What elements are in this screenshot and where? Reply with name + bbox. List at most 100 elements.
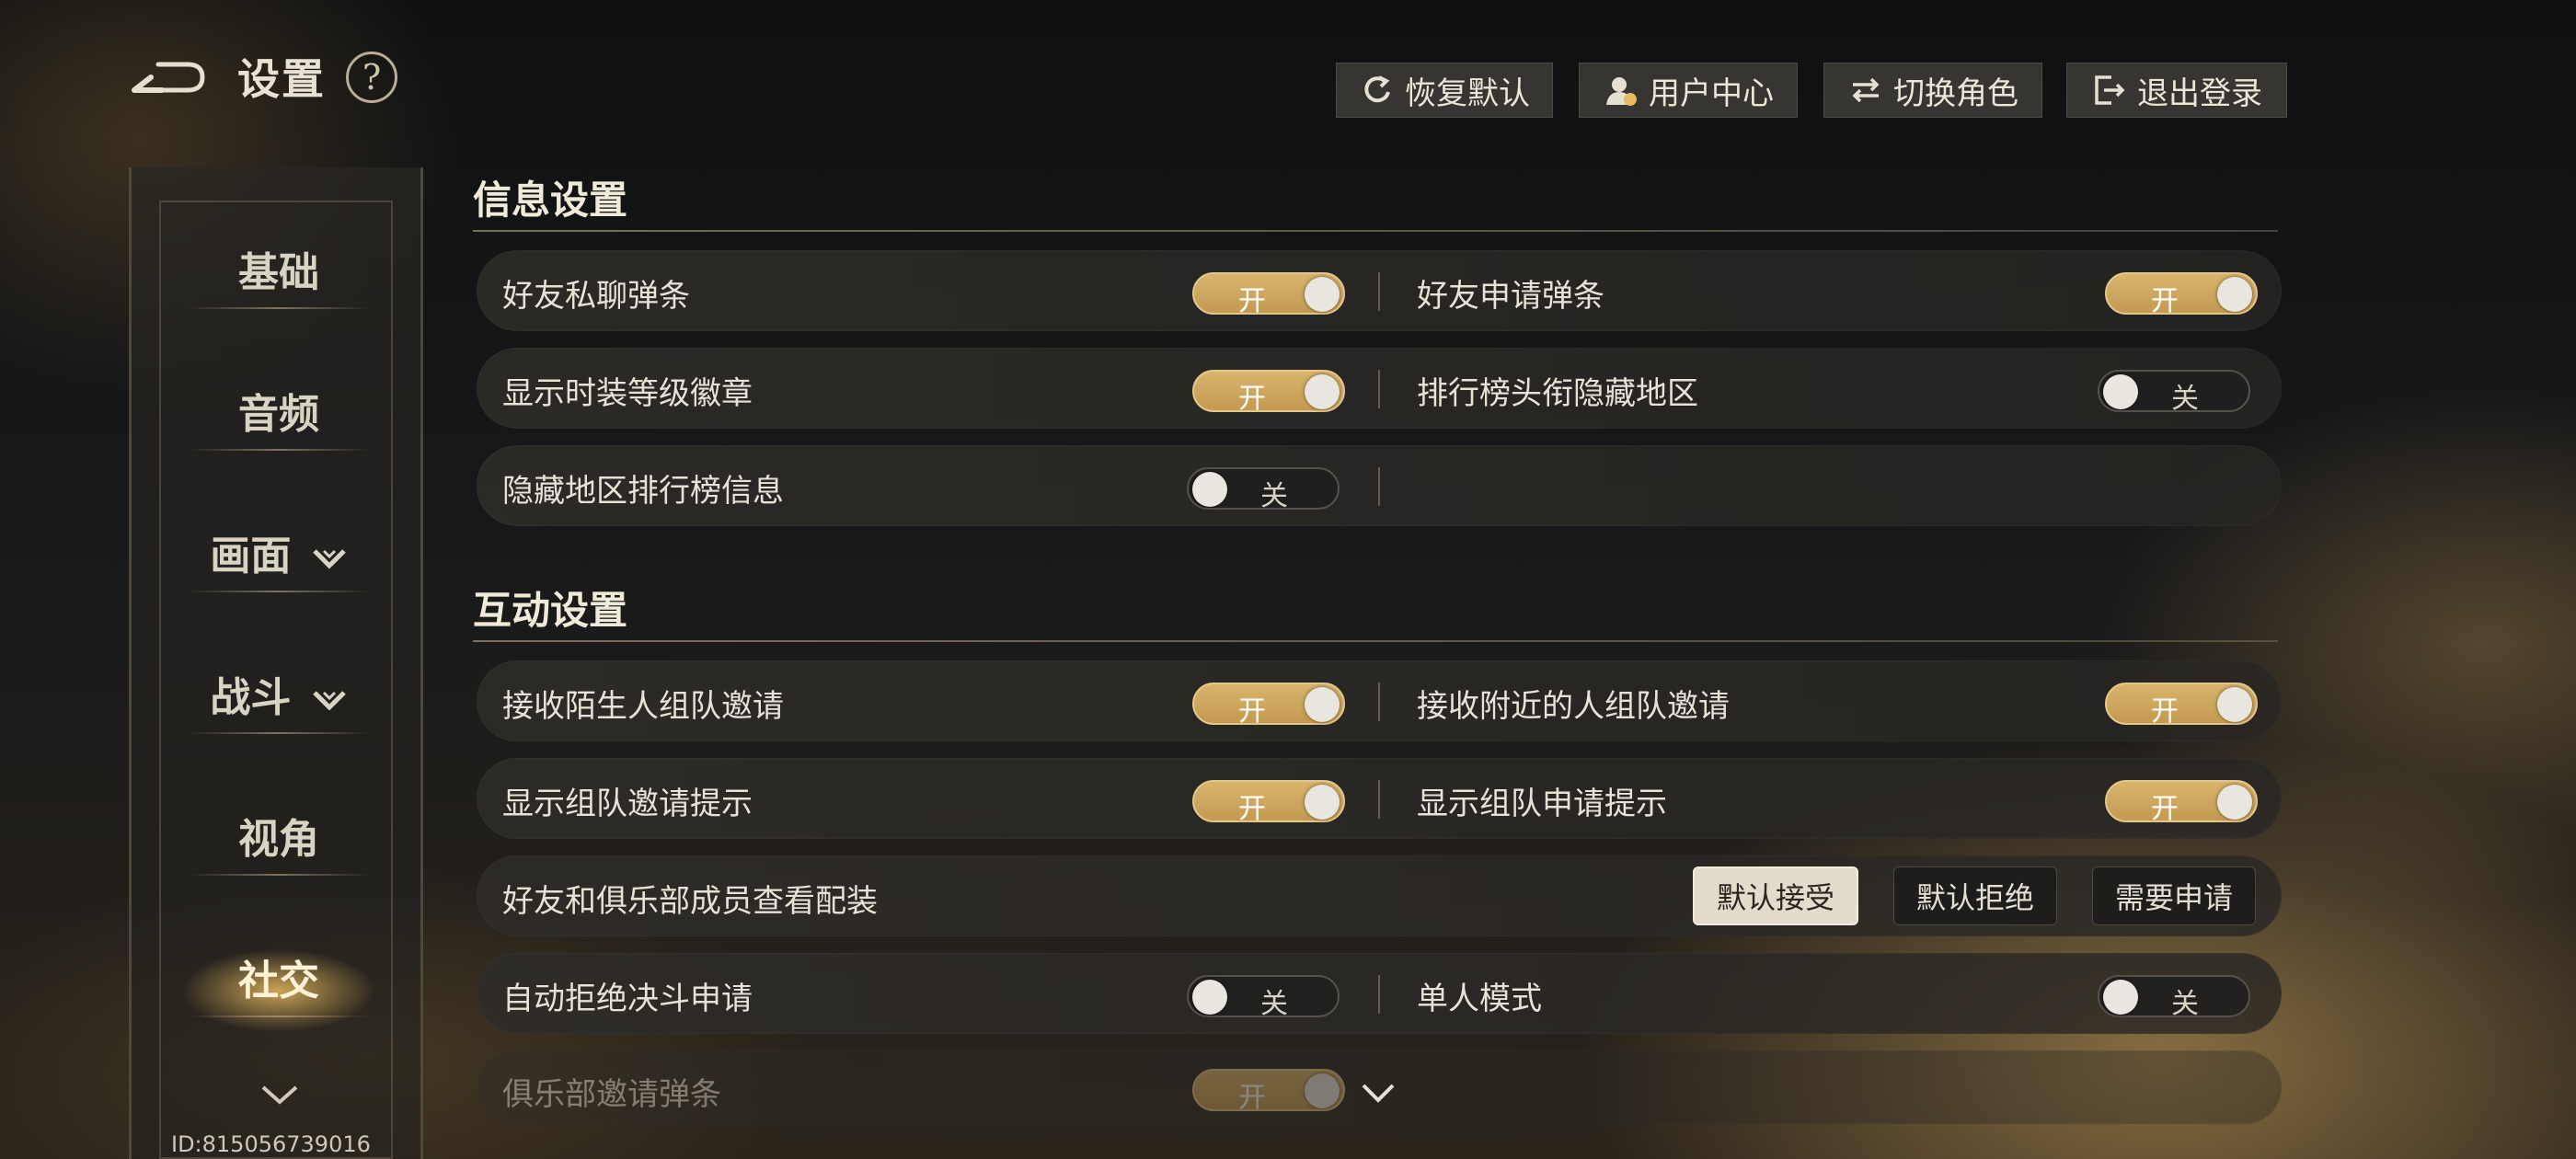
sidebar-item-basic[interactable]: 基础 — [132, 239, 426, 309]
toggle-state: 开 — [1238, 285, 1266, 317]
setting-label: 显示组队邀请提示 — [502, 786, 753, 822]
setting-label: 好友申请弹条 — [1417, 278, 1604, 315]
toggle-state: 开 — [1238, 1082, 1266, 1114]
toggle-state: 关 — [2171, 383, 2199, 415]
user-center-button[interactable]: 用户中心 — [1579, 63, 1798, 118]
toggle-knob — [1192, 472, 1227, 507]
section-title-info: 信息设置 — [473, 178, 628, 223]
setting-label: 排行榜头衔隐藏地区 — [1417, 375, 1698, 412]
stranger-team-invite-toggle[interactable]: 开 — [1192, 683, 1345, 728]
chevron-down-icon — [312, 548, 346, 569]
help-button[interactable]: ? — [346, 52, 397, 103]
friend-chat-popup-toggle[interactable]: 开 — [1192, 272, 1345, 317]
toggle-knob — [1305, 277, 1340, 312]
sidebar-item-label: 画面 — [210, 533, 292, 580]
toggle-knob — [2217, 785, 2252, 820]
setting-label: 显示时装等级徽章 — [502, 375, 753, 412]
sidebar-item-audio[interactable]: 音频 — [132, 381, 426, 451]
toggle-state: 开 — [1238, 695, 1266, 728]
solo-mode-toggle[interactable]: 关 — [2098, 975, 2250, 1020]
toggle-state: 开 — [1238, 383, 1266, 415]
setting-label: 接收附近的人组队邀请 — [1417, 688, 1730, 725]
sidebar-item-label: 基础 — [238, 249, 319, 296]
option-default-accept[interactable]: 默认接受 — [1693, 866, 1858, 925]
toggle-knob — [2103, 374, 2138, 409]
row-divider — [1378, 370, 1380, 408]
settings-row: 隐藏地区排行榜信息 关 — [477, 445, 2282, 526]
restore-default-label: 恢复默认 — [1405, 75, 1530, 112]
toggle-knob — [1305, 687, 1340, 722]
rank-title-hide-region-toggle[interactable]: 关 — [2098, 370, 2250, 415]
logout-icon — [2095, 75, 2125, 105]
nearby-team-invite-toggle[interactable]: 开 — [2105, 683, 2258, 728]
option-need-request[interactable]: 需要申请 — [2092, 866, 2256, 925]
toggle-state: 关 — [2171, 988, 2199, 1020]
setting-label: 俱乐部邀请弹条 — [502, 1076, 721, 1113]
auto-reject-duel-toggle[interactable]: 关 — [1187, 975, 1340, 1020]
section-title-interaction: 互动设置 — [473, 588, 628, 633]
toggle-state: 开 — [2151, 695, 2179, 728]
back-button[interactable] — [131, 53, 210, 101]
sidebar-divider — [187, 449, 371, 451]
club-invite-popup-toggle[interactable]: 开 — [1192, 1069, 1345, 1114]
toggle-state: 关 — [1260, 480, 1288, 512]
sidebar-item-label: 音频 — [238, 391, 319, 438]
sidebar-divider — [187, 591, 371, 592]
page-title: 设置 — [237, 54, 326, 104]
row-divider — [1378, 683, 1380, 721]
settings-row: 显示组队邀请提示 开 显示组队申请提示 开 — [477, 758, 2282, 839]
restore-default-button[interactable]: 恢复默认 — [1336, 63, 1553, 118]
sidebar-scroll-down-icon[interactable] — [259, 1084, 300, 1107]
user-center-label: 用户中心 — [1649, 75, 1774, 112]
sidebar-item-social[interactable]: 社交 — [132, 920, 426, 1049]
chevron-down-icon — [312, 690, 346, 711]
fashion-badge-toggle[interactable]: 开 — [1192, 370, 1345, 415]
hide-region-rank-toggle[interactable]: 关 — [1187, 467, 1340, 512]
toggle-state: 关 — [1260, 988, 1288, 1020]
sidebar-item-label: 社交 — [238, 958, 319, 1004]
section-divider — [473, 640, 2278, 642]
toggle-knob — [2217, 277, 2252, 312]
sidebar: 基础 音频 画面 战斗 视角 社交 — [129, 167, 423, 1159]
user-id: ID:815056739016 — [171, 1131, 371, 1157]
sidebar-divider — [187, 874, 371, 876]
setting-label: 显示组队申请提示 — [1417, 786, 1667, 822]
option-default-reject[interactable]: 默认拒绝 — [1893, 866, 2057, 925]
scroll-down-icon[interactable] — [1360, 1082, 1397, 1106]
switch-icon — [1852, 77, 1880, 103]
toggle-knob — [2103, 980, 2138, 1015]
sidebar-item-camera[interactable]: 视角 — [132, 806, 426, 876]
setting-label: 好友和俱乐部成员查看配装 — [502, 883, 878, 920]
toggle-knob — [1305, 374, 1340, 409]
team-invite-hint-toggle[interactable]: 开 — [1192, 780, 1345, 825]
logout-button[interactable]: 退出登录 — [2066, 63, 2287, 118]
sidebar-item-graphics[interactable]: 画面 — [132, 522, 426, 592]
user-center-icon — [1606, 77, 1637, 106]
logout-label: 退出登录 — [2137, 75, 2262, 112]
team-request-hint-toggle[interactable]: 开 — [2105, 780, 2258, 825]
switch-role-button[interactable]: 切换角色 — [1823, 63, 2042, 118]
setting-label: 好友私聊弹条 — [502, 278, 690, 315]
row-divider — [1378, 467, 1380, 506]
sidebar-item-label: 视角 — [238, 816, 319, 863]
sidebar-divider — [187, 732, 371, 734]
friend-request-popup-toggle[interactable]: 开 — [2105, 272, 2258, 317]
row-divider — [1378, 975, 1380, 1014]
sidebar-item-combat[interactable]: 战斗 — [132, 664, 426, 734]
toggle-state: 开 — [2151, 285, 2179, 317]
setting-label: 接收陌生人组队邀请 — [502, 688, 784, 725]
sidebar-divider — [187, 307, 371, 309]
setting-label: 单人模式 — [1417, 981, 1542, 1017]
settings-row: 自动拒绝决斗申请 关 单人模式 关 — [477, 953, 2282, 1034]
settings-row: 接收陌生人组队邀请 开 接收附近的人组队邀请 开 — [477, 660, 2282, 741]
toggle-knob — [1192, 980, 1227, 1015]
back-arrow-icon — [132, 62, 205, 93]
section-divider — [473, 230, 2278, 232]
toggle-knob — [1305, 1073, 1340, 1108]
setting-label: 隐藏地区排行榜信息 — [502, 473, 784, 510]
switch-role-label: 切换角色 — [1893, 75, 2018, 112]
help-icon: ? — [362, 57, 382, 98]
settings-row: 好友和俱乐部成员查看配装 默认接受 默认拒绝 需要申请 — [477, 855, 2282, 936]
settings-row: 好友私聊弹条 开 好友申请弹条 开 — [477, 250, 2282, 331]
toggle-state: 开 — [1238, 793, 1266, 825]
